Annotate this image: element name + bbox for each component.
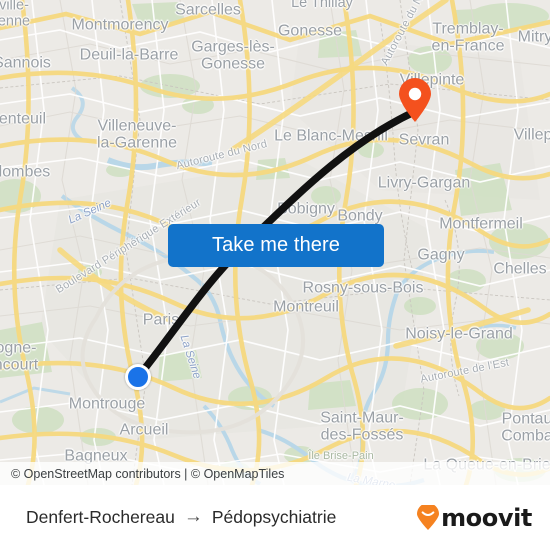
trip-footer: Denfert-Rochereau → Pédopsychiatrie moov… bbox=[0, 485, 550, 550]
moovit-pin-icon bbox=[417, 504, 440, 530]
trip-destination-label: Pédopsychiatrie bbox=[211, 507, 337, 527]
map-attribution: © OpenStreetMap contributors | © OpenMap… bbox=[0, 462, 550, 485]
origin-marker[interactable] bbox=[125, 364, 151, 390]
arrow-right-icon: → bbox=[183, 506, 203, 527]
take-me-there-button[interactable]: Take me there bbox=[168, 224, 384, 267]
moovit-logo[interactable]: moovit bbox=[416, 504, 532, 532]
map-container[interactable]: .land { fill:#eceae6; } .urban { fill:#e… bbox=[0, 0, 550, 485]
trip-summary: Denfert-Rochereau → Pédopsychiatrie bbox=[26, 507, 336, 528]
moovit-trip-map-page: .land { fill:#eceae6; } .urban { fill:#e… bbox=[0, 0, 550, 550]
moovit-wordmark: moovit bbox=[441, 503, 532, 532]
trip-origin-label: Denfert-Rochereau bbox=[26, 507, 175, 527]
destination-marker[interactable] bbox=[398, 78, 432, 123]
